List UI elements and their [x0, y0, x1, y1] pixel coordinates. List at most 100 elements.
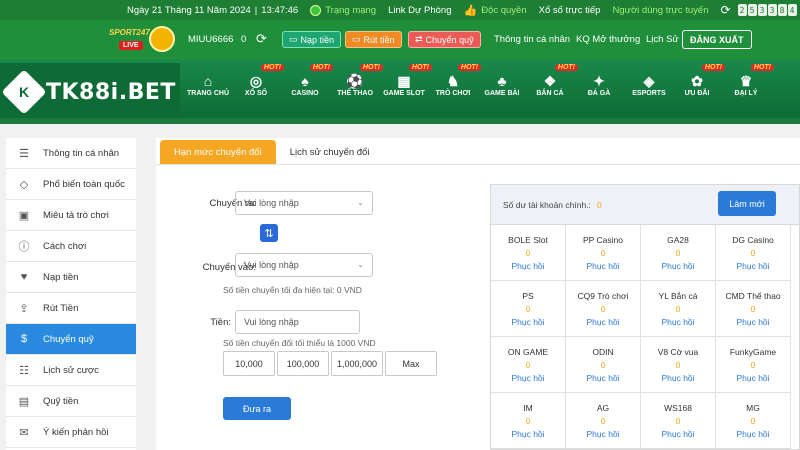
hot-badge: HOT! — [309, 64, 333, 71]
restore-link[interactable]: Phục hồi — [511, 261, 544, 271]
restore-link[interactable]: Phục hồi — [586, 429, 619, 439]
nav-item-esports[interactable]: ◈ ESPORTS — [623, 72, 675, 97]
hot-badge: HOT! — [457, 64, 481, 71]
sidebar-item-label: Cách chơi — [43, 240, 87, 252]
sidebar-item-label: Rút Tiền — [43, 302, 79, 314]
nav-item-slot[interactable]: ▦ GAME SLOT HOT! — [378, 64, 432, 97]
nav-item-label: ƯU ĐÃI — [684, 90, 710, 97]
restore-link[interactable]: Phục hồi — [661, 429, 694, 439]
current-time: 13:47:46 — [261, 4, 299, 16]
deposit-button[interactable]: ▭ Nạp tiền — [282, 31, 342, 48]
nav-item-agent[interactable]: ♛ ĐẠI LÝ HOT! — [720, 64, 774, 97]
amount-input[interactable]: Vui lòng nhập — [235, 310, 360, 334]
home-icon: ⌂ — [203, 73, 213, 89]
live-lottery-link[interactable]: Xổ số trực tiếp — [539, 5, 601, 16]
restore-link[interactable]: Phục hồi — [736, 429, 769, 439]
nav-item-label: TRÒ CHƠI — [435, 90, 471, 97]
quick-amount-max[interactable]: Max — [385, 351, 437, 376]
nav-item-casino[interactable]: ♠ CASINO HOT! — [279, 64, 333, 97]
restore-link[interactable]: Phục hồi — [736, 317, 769, 327]
nav-item-sports[interactable]: ⚽ THỂ THAO HOT! — [329, 64, 383, 97]
online-users-label: Người dùng trực tuyến — [612, 4, 709, 16]
slot-icon: ▦ — [397, 73, 411, 89]
provider-name: CQ9 Trò chơi — [577, 290, 629, 301]
provider-balance: 0 — [525, 303, 531, 314]
restore-link[interactable]: Phục hồi — [661, 373, 694, 383]
provider-cell: AG 0 Phục hồi — [566, 393, 641, 449]
quick-amount-1m[interactable]: 1,000,000 — [331, 351, 383, 376]
withdraw-label: Rút tiền — [363, 34, 395, 45]
nav-item-lottery[interactable]: ◎ XỔ SỐ HOT! — [230, 64, 284, 97]
nav-item-games[interactable]: ♞ TRÒ CHƠI HOT! — [427, 64, 481, 97]
network-icon — [310, 4, 322, 16]
quick-amount-10k[interactable]: 10,000 — [223, 351, 275, 376]
nav-item-cards[interactable]: ♣ GAME BÀI — [476, 72, 528, 97]
restore-link[interactable]: Phục hồi — [511, 429, 544, 439]
sidebar-item-info[interactable]: ⓘ Cách chơi — [6, 231, 136, 262]
provider-cell: ON GAME 0 Phục hồi — [491, 337, 566, 393]
history-icon: ☷ — [19, 364, 29, 377]
restore-link[interactable]: Phục hồi — [736, 261, 769, 271]
submit-transfer-button[interactable]: Đưa ra — [223, 397, 291, 420]
restore-link[interactable]: Phục hồi — [511, 317, 544, 327]
sidebar-item-diamond[interactable]: ◇ Phổ biến toàn quốc — [6, 169, 136, 200]
restore-link[interactable]: Phục hồi — [586, 373, 619, 383]
wallet-balances: Số dư tài khoản chính.: 0 Làm mới BOLE S… — [490, 184, 800, 450]
exclusive-link[interactable]: 👍 Độc quyền — [464, 4, 527, 17]
restore-link[interactable]: Phục hồi — [586, 317, 619, 327]
sidebar-item-history[interactable]: ☷ Lịch sử cược — [6, 355, 136, 386]
sidebar-item-withdraw[interactable]: ⇪ Rút Tiền — [6, 293, 136, 324]
provider-balance: 0 — [675, 247, 681, 258]
from-placeholder: Vui lòng nhập — [244, 198, 299, 208]
backup-link[interactable]: Link Dự Phòng — [388, 5, 451, 16]
deposit-label: Nạp tiền — [300, 34, 335, 45]
tab-transfer-limit[interactable]: Hạn mức chuyển đổi — [160, 140, 276, 164]
to-placeholder: Vui lòng nhập — [244, 260, 299, 270]
provider-cell: YL Bắn cá 0 Phục hồi — [641, 281, 716, 337]
provider-balance: 0 — [750, 359, 756, 370]
sidebar-item-gamepad[interactable]: ▣ Miêu tả trò chơi — [6, 200, 136, 231]
refresh-balance-button[interactable]: Làm mới — [718, 191, 776, 216]
nav-item-fishing[interactable]: ❖ BẮN CÁ HOT! — [524, 64, 578, 97]
restore-link[interactable]: Phục hồi — [586, 261, 619, 271]
live-badge: LIVE — [119, 41, 143, 50]
sidebar-item-fund[interactable]: ▤ Quỹ tiền — [6, 386, 136, 417]
sport-live-banner[interactable]: SPORT247 LIVE — [107, 24, 179, 56]
swap-icon[interactable]: ⇅ — [260, 224, 278, 242]
sidebar-item-feedback[interactable]: ✉ Ý kiến phản hồi — [6, 417, 136, 448]
restore-link[interactable]: Phục hồi — [511, 373, 544, 383]
sidebar-item-user-card[interactable]: ☰ Thông tin cá nhân — [6, 138, 136, 169]
provider-name: PP Casino — [582, 234, 623, 245]
provider-balance: 0 — [600, 359, 606, 370]
transfer-panel: Hạn mức chuyển đổi Lịch sử chuyển đổi Ch… — [156, 138, 800, 450]
provider-cell: CQ9 Trò chơi 0 Phục hồi — [566, 281, 641, 337]
balance-refresh-icon[interactable]: ⟳ — [256, 31, 267, 47]
nav-item-cockfight[interactable]: ✦ ĐÁ GÀ — [573, 72, 625, 97]
sidebar-item-piggy-bank[interactable]: ♥ Nạp tiền — [6, 262, 136, 293]
provider-cell: DG Casino 0 Phục hồi — [716, 225, 791, 281]
site-logo[interactable]: K TK88i.BET — [0, 63, 180, 121]
hot-badge: HOT! — [359, 64, 383, 71]
withdraw-button[interactable]: ▭ Rút tiền — [345, 31, 402, 48]
restore-link[interactable]: Phục hồi — [661, 317, 694, 327]
quick-amount-100k[interactable]: 100,000 — [277, 351, 329, 376]
withdraw-icon: ▭ — [352, 34, 361, 44]
history-link[interactable]: Lịch Sử — [646, 34, 679, 45]
restore-link[interactable]: Phục hồi — [661, 261, 694, 271]
transfer-button[interactable]: ⇄ Chuyển quỹ — [408, 31, 481, 48]
nav-item-home[interactable]: ⌂ TRANG CHỦ — [182, 72, 234, 97]
from-select[interactable]: Vui lòng nhập ⌄ — [235, 191, 373, 215]
refresh-icon[interactable]: ⟳ — [721, 3, 731, 17]
username: MIUU6666 — [188, 34, 234, 45]
tab-transfer-history[interactable]: Lịch sử chuyển đổi — [276, 140, 384, 164]
to-select[interactable]: Vui lòng nhập ⌄ — [235, 253, 373, 277]
network-status[interactable]: Trạng mạng — [310, 4, 376, 16]
sidebar-item-dollar[interactable]: $ Chuyển quỹ — [6, 324, 136, 355]
results-link[interactable]: KQ Mở thưởng — [576, 34, 640, 45]
logout-button[interactable]: ĐĂNG XUẤT — [682, 30, 752, 49]
restore-link[interactable]: Phục hồi — [736, 373, 769, 383]
provider-name: IM — [523, 402, 533, 413]
provider-balance: 0 — [750, 303, 756, 314]
nav-item-promo[interactable]: ✿ ƯU ĐÃI HOT! — [671, 64, 725, 97]
profile-link[interactable]: Thông tin cá nhân — [494, 34, 570, 45]
